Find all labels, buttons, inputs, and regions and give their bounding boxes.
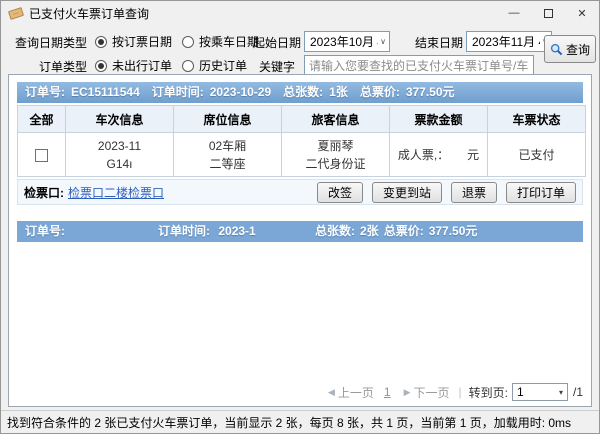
train-number: G14ı [106, 156, 133, 171]
search-icon [550, 43, 563, 55]
gate-label: 检票口: [24, 185, 64, 200]
radio-history-orders[interactable]: 历史订单 [182, 57, 247, 74]
order-time-label: 订单时间: [151, 85, 204, 99]
order1-header: 订单号: EC15111544 订单时间: 2023-10-29 总张数: 1张… [17, 82, 583, 103]
order-time: 订单时间: 2023-1 [158, 221, 310, 242]
goto-page-label: 转到页: [468, 385, 508, 400]
goto-page-value: 1 [516, 385, 524, 399]
end-date-dropdown[interactable]: 2023年11月 4日 ∨ [466, 31, 552, 52]
passenger-info-cell: 夏丽琴 二代身份证 [281, 132, 390, 177]
passenger-name: 夏丽琴 [317, 138, 354, 153]
radio-label: 按乘车日期 [199, 35, 260, 49]
table-header-row: 全部 车次信息 席位信息 旅客信息 票款金额 车票状态 [17, 105, 586, 133]
end-date-label: 结束日期 [415, 36, 464, 50]
window-title: 已支付火车票订单查询 [29, 6, 150, 21]
pagination: ◀ 上一页 1 ▶ 下一页 | 转到页: 1 ▾ /1 [325, 383, 583, 401]
title-bar: 已支付火车票订单查询 — ✕ [1, 1, 599, 25]
gate-row: 检票口: 检票口二楼检票口 改签 变更到站 退票 打印订单 [17, 179, 583, 205]
filter-panel: 查询日期类型 按订票日期 按乘车日期 起始日期 2023年10月 4日 ∨ 结束… [1, 25, 599, 76]
results-panel: 订单号: EC15111544 订单时间: 2023-10-29 总张数: 1张… [8, 74, 592, 407]
status-text: 找到符合条件的 2 张已支付火车票订单，当前显示 2 张，每页 8 张，共 1 … [7, 415, 572, 430]
total-pages: /1 [572, 385, 583, 399]
minimize-button[interactable]: — [497, 1, 531, 25]
pagination-divider: | [458, 385, 462, 399]
radio-label: 历史订单 [199, 59, 248, 73]
window-controls: — ✕ [497, 1, 599, 25]
keyword-label: 关键字 [259, 60, 296, 74]
order-price-value: 377.50元 [428, 224, 478, 238]
change-destination-button[interactable]: 变更到站 [371, 181, 442, 203]
status-bar: 找到符合条件的 2 张已支付火车票订单，当前显示 2 张，每页 8 张，共 1 … [1, 410, 599, 433]
col-header-fare: 票款金额 [389, 105, 488, 133]
order-no-label: 订单号: [25, 85, 65, 99]
radio-label: 未出行订单 [112, 59, 173, 73]
date-type-label: 查询日期类型 [14, 36, 87, 50]
radio-label: 按订票日期 [112, 35, 173, 49]
order-no-value: EC15111544 [71, 85, 140, 99]
seat-class: 二等座 [209, 156, 246, 171]
maximize-button[interactable] [531, 1, 565, 25]
order2-header: 订单号: 订单时间: 2023-1 总张数: 2张 总票价: 377.50元 [17, 221, 583, 242]
radio-selected-icon [95, 59, 107, 72]
close-button[interactable]: ✕ [565, 1, 599, 25]
order-price-label: 总票价: [383, 224, 424, 238]
col-header-passenger-info: 旅客信息 [281, 105, 390, 133]
train-date: 2023-11 [97, 138, 142, 153]
order-time-value: 2023-1 [218, 224, 256, 238]
order-time-label: 订单时间: [158, 224, 210, 238]
ticket-status-cell: 已支付 [487, 132, 586, 177]
rebook-button[interactable]: 改签 [316, 181, 363, 203]
search-button[interactable]: 查询 [544, 35, 596, 63]
maximize-icon [543, 8, 553, 18]
radio-selected-icon [95, 35, 107, 48]
end-date-value: 2023年11月 4日 [472, 35, 540, 49]
radio-unselected-icon [182, 59, 194, 72]
order-actions: 改签 变更到站 退票 打印订单 [316, 181, 576, 203]
start-date-dropdown[interactable]: 2023年10月 4日 ∨ [304, 31, 390, 52]
start-date-label: 起始日期 [253, 36, 302, 50]
prev-page-icon: ◀ [327, 386, 335, 397]
order-price-value: 377.50元 [405, 85, 455, 99]
order-count-label: 总张数: [315, 224, 355, 238]
order-count-value: 2张 [360, 224, 379, 238]
col-header-ticket-status: 车票状态 [487, 105, 586, 133]
order-no-label: 订单号: [25, 224, 65, 238]
col-header-all: 全部 [17, 105, 66, 133]
prev-page-button[interactable]: 上一页 [338, 384, 374, 401]
table-row: 2023-11 G14ı 02车厢 二等座 夏丽琴 二代身份证 成人票,： 元 … [17, 132, 586, 177]
row-select-cell [17, 132, 66, 177]
start-date-value: 2023年10月 4日 [310, 35, 378, 49]
seat-info-cell: 02车厢 二等座 [173, 132, 282, 177]
search-button-label: 查询 [565, 42, 590, 57]
ticket-icon [7, 6, 25, 20]
radio-by-booking-date[interactable]: 按订票日期 [95, 33, 172, 50]
gate-link[interactable]: 检票口二楼检票口 [68, 184, 164, 201]
next-page-icon: ▶ [403, 386, 411, 397]
current-page-link[interactable]: 1 [384, 385, 391, 399]
row-checkbox[interactable] [35, 148, 48, 162]
passenger-id-type: 二代身份证 [305, 156, 366, 171]
radio-unselected-icon [182, 35, 194, 48]
carriage: 02车厢 [208, 138, 247, 153]
col-header-seat-info: 席位信息 [173, 105, 282, 133]
order-time-value: 2023-10-29 [209, 85, 272, 99]
next-page-button[interactable]: 下一页 [414, 384, 450, 401]
order-count-value: 1张 [329, 85, 348, 99]
order-count-label: 总张数: [283, 85, 324, 99]
app-window: 已支付火车票订单查询 — ✕ 查询日期类型 按订票日期 按乘车日期 起始日期 2… [0, 0, 600, 434]
chevron-down-icon: ∨ [380, 37, 386, 46]
radio-upcoming-orders[interactable]: 未出行订单 [95, 57, 172, 74]
fare-cell: 成人票,： 元 [389, 132, 488, 177]
goto-page-dropdown[interactable]: 1 ▾ [511, 383, 568, 401]
print-order-button[interactable]: 打印订单 [505, 181, 576, 203]
order-type-label: 订单类型 [38, 60, 87, 74]
chevron-down-icon: ▾ [558, 387, 563, 397]
order-price-label: 总票价: [359, 85, 400, 99]
radio-by-ride-date[interactable]: 按乘车日期 [182, 33, 259, 50]
train-info-cell: 2023-11 G14ı [65, 132, 174, 177]
refund-button[interactable]: 退票 [450, 181, 497, 203]
col-header-train-info: 车次信息 [65, 105, 174, 133]
tickets-table: 全部 车次信息 席位信息 旅客信息 票款金额 车票状态 2023-11 G14ı… [17, 105, 586, 177]
keyword-input[interactable] [304, 55, 534, 76]
